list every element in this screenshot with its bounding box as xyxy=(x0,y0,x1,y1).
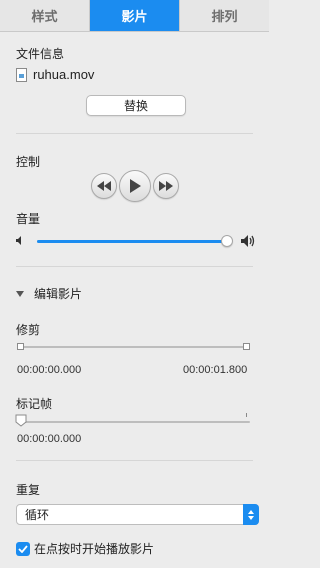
tab-bar: 样式 影片 排列 xyxy=(0,0,269,32)
replace-button[interactable]: 替换 xyxy=(86,95,186,116)
poster-frame-slider[interactable] xyxy=(20,421,250,423)
trim-start-handle[interactable] xyxy=(17,343,24,350)
repeat-select[interactable]: 循环 xyxy=(16,504,259,525)
volume-low-icon xyxy=(16,236,21,245)
select-arrows-icon xyxy=(243,504,259,525)
poster-frame-heading: 标记帧 xyxy=(16,397,53,411)
file-row: ruhua.mov xyxy=(16,67,94,82)
divider xyxy=(16,266,253,267)
divider xyxy=(16,133,253,134)
poster-frame-time: 00:00:00.000 xyxy=(17,433,82,445)
volume-slider-knob[interactable] xyxy=(221,235,233,247)
file-icon xyxy=(16,67,27,82)
volume-heading: 音量 xyxy=(16,212,41,226)
edit-movie-heading: 编辑影片 xyxy=(34,287,83,301)
autoplay-checkbox[interactable] xyxy=(16,541,30,556)
file-info-heading: 文件信息 xyxy=(16,47,65,61)
repeat-select-value: 循环 xyxy=(25,508,50,522)
trim-slider[interactable] xyxy=(20,346,248,348)
volume-high-icon xyxy=(241,235,255,247)
tab-style[interactable]: 样式 xyxy=(0,0,90,31)
file-name: ruhua.mov xyxy=(33,67,95,82)
play-button[interactable] xyxy=(118,170,151,202)
poster-frame-handle[interactable] xyxy=(15,414,27,427)
volume-row xyxy=(16,233,257,249)
autoplay-row[interactable]: 在点按时开始播放影片 xyxy=(16,540,154,557)
repeat-heading: 重复 xyxy=(16,483,41,497)
trim-end-time: 00:00:01.800 xyxy=(183,364,248,376)
trim-end-handle[interactable] xyxy=(243,343,250,350)
checkmark-icon xyxy=(18,544,28,553)
volume-slider-fill xyxy=(37,240,227,243)
poster-frame-end-tick xyxy=(246,413,247,417)
autoplay-label: 在点按时开始播放影片 xyxy=(34,542,155,556)
divider xyxy=(16,460,253,461)
tab-movie[interactable]: 影片 xyxy=(90,0,180,31)
transport-controls xyxy=(0,170,269,202)
fast-forward-icon xyxy=(158,181,173,191)
fast-forward-button[interactable] xyxy=(152,173,179,199)
rewind-button[interactable] xyxy=(90,173,117,199)
disclosure-triangle-icon xyxy=(16,290,24,297)
play-icon xyxy=(129,179,141,193)
edit-movie-disclosure[interactable]: 编辑影片 xyxy=(16,285,82,302)
control-heading: 控制 xyxy=(16,155,41,169)
trim-heading: 修剪 xyxy=(16,323,41,337)
trim-start-time: 00:00:00.000 xyxy=(17,364,82,376)
tab-arrange[interactable]: 排列 xyxy=(180,0,269,31)
rewind-icon xyxy=(96,181,111,191)
